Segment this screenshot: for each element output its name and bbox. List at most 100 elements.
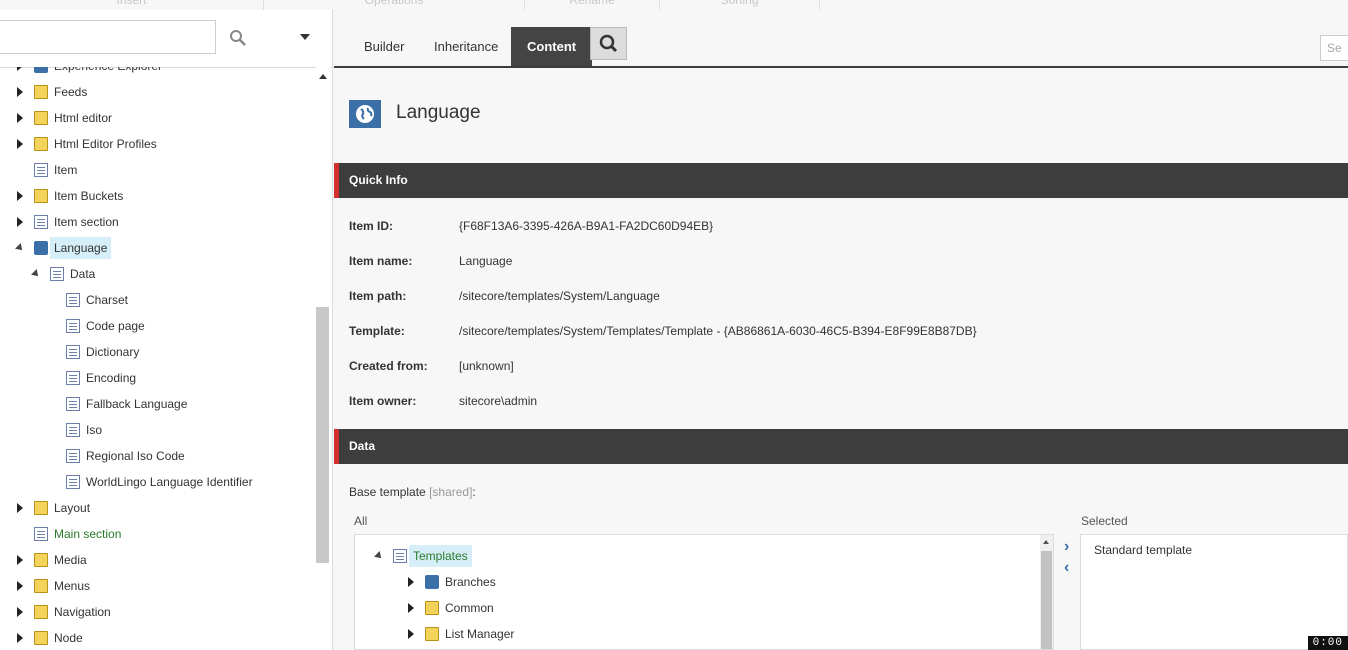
template-tree-node[interactable]: Templates (355, 545, 1035, 567)
ribbon-group-insert[interactable]: Insert (0, 0, 264, 10)
ribbon-group-rename[interactable]: Rename (525, 0, 660, 10)
scroll-thumb[interactable] (316, 307, 329, 563)
tree-node-label[interactable]: Item (50, 159, 81, 181)
editor-search-input[interactable]: Se (1320, 35, 1348, 61)
tree-node[interactable]: Navigation (0, 601, 316, 623)
tree-node[interactable]: Language (0, 237, 316, 259)
tree-node[interactable]: Html Editor Profiles (0, 133, 316, 155)
tree-node-label[interactable]: Regional Iso Code (82, 445, 189, 467)
ribbon-group-sorting[interactable]: Sorting (660, 0, 820, 10)
created-from-value: [unknown] (459, 359, 514, 373)
tab-content[interactable]: Content (511, 27, 593, 66)
tree-node[interactable]: Dictionary (0, 341, 316, 363)
expand-arrow-icon[interactable] (408, 577, 414, 587)
ribbon-group-operations[interactable]: Operations (264, 0, 525, 10)
expand-arrow-icon[interactable] (17, 67, 23, 71)
tree-node[interactable]: WorldLingo Language Identifier (0, 471, 316, 493)
tree-node-label[interactable]: Charset (82, 289, 132, 311)
tree-node-label[interactable]: Iso (82, 419, 106, 441)
tree-node-label[interactable]: Menus (50, 575, 94, 597)
tree-node-label[interactable]: Code page (82, 315, 149, 337)
scroll-up-icon[interactable] (1043, 540, 1049, 544)
collapse-arrow-icon[interactable] (15, 243, 25, 253)
tree-node[interactable]: Data (0, 263, 316, 285)
selected-item[interactable]: Standard template (1094, 543, 1192, 557)
collapse-arrow-icon[interactable] (374, 551, 384, 561)
expand-arrow-icon[interactable] (17, 113, 23, 123)
tree-node[interactable]: Html editor (0, 107, 316, 129)
tab-inheritance[interactable]: Inheritance (418, 27, 514, 66)
tree-node[interactable]: Experience Explorer (0, 67, 316, 77)
tree-node-label[interactable]: Html Editor Profiles (50, 133, 161, 155)
folder-icon (34, 111, 48, 125)
tree-node-label[interactable]: Feeds (50, 81, 91, 103)
expand-arrow-icon[interactable] (408, 603, 414, 613)
expand-arrow-icon[interactable] (17, 139, 23, 149)
tree-node-label[interactable]: Data (66, 263, 99, 285)
tree-node-label[interactable]: Html editor (50, 107, 116, 129)
expand-arrow-icon[interactable] (17, 633, 23, 643)
expand-arrow-icon[interactable] (17, 87, 23, 97)
document-icon (34, 163, 48, 177)
tree-node[interactable]: Feeds (0, 81, 316, 103)
collapse-arrow-icon[interactable] (31, 269, 41, 279)
tree-scrollbar[interactable] (316, 67, 330, 650)
tree-node-label[interactable]: Layout (50, 497, 94, 519)
search-icon[interactable] (229, 29, 247, 47)
tree-node-label[interactable]: Dictionary (82, 341, 143, 363)
remove-selected-button[interactable]: ‹ (1064, 560, 1074, 576)
tree-node-label[interactable]: WorldLingo Language Identifier (82, 471, 257, 493)
content-tree: Experience Explorer Feeds Html editor Html … (0, 67, 316, 650)
tree-node[interactable]: Charset (0, 289, 316, 311)
tree-node-label[interactable]: Fallback Language (82, 393, 191, 415)
tree-node-label[interactable]: Node (50, 627, 87, 649)
tree-node-label[interactable]: Item section (50, 211, 123, 233)
expand-arrow-icon[interactable] (408, 629, 414, 639)
tree-node[interactable]: Item (0, 159, 316, 181)
tree-search-input[interactable] (0, 20, 216, 54)
template-tree-label[interactable]: Branches (441, 571, 500, 593)
tree-node[interactable]: Code page (0, 315, 316, 337)
tree-node[interactable]: Item Buckets (0, 185, 316, 207)
tree-node[interactable]: Layout (0, 497, 316, 519)
template-tree-node[interactable]: List Manager (355, 623, 1035, 645)
tree-node[interactable]: Iso (0, 419, 316, 441)
tree-node[interactable]: Encoding (0, 367, 316, 389)
template-tree-node[interactable]: Branches (355, 571, 1035, 593)
tree-node-label[interactable]: Navigation (50, 601, 115, 623)
scroll-thumb[interactable] (1041, 551, 1052, 649)
template-label: Template: (349, 324, 405, 338)
tree-node[interactable]: Regional Iso Code (0, 445, 316, 467)
tab-builder[interactable]: Builder (348, 27, 420, 66)
expand-arrow-icon[interactable] (17, 503, 23, 513)
expand-arrow-icon[interactable] (17, 217, 23, 227)
all-column-label: All (354, 514, 368, 528)
expand-arrow-icon[interactable] (17, 555, 23, 565)
expand-arrow-icon[interactable] (17, 607, 23, 617)
expand-arrow-icon[interactable] (17, 191, 23, 201)
add-selected-button[interactable]: › (1064, 539, 1074, 555)
chevron-down-icon[interactable] (300, 34, 310, 40)
tab-search-button[interactable] (590, 27, 627, 60)
data-section-header[interactable]: Data (334, 429, 1348, 464)
quick-info-section-header[interactable]: Quick Info (334, 163, 1348, 198)
all-scrollbar[interactable] (1040, 535, 1053, 649)
tree-node[interactable]: Fallback Language (0, 393, 316, 415)
template-tree-label[interactable]: Templates (409, 545, 472, 567)
tree-node[interactable]: Menus (0, 575, 316, 597)
template-tree-label[interactable]: List Manager (441, 623, 518, 645)
tree-node-label[interactable]: Media (50, 549, 91, 571)
tree-node[interactable]: Media (0, 549, 316, 571)
expand-arrow-icon[interactable] (17, 581, 23, 591)
tree-node-label[interactable]: Main section (50, 523, 125, 545)
tree-node-label[interactable]: Language (50, 237, 112, 259)
template-tree-node[interactable]: Common (355, 597, 1035, 619)
tree-node-label[interactable]: Experience Explorer (50, 67, 166, 77)
scroll-up-icon[interactable] (319, 74, 327, 79)
tree-node-label[interactable]: Item Buckets (50, 185, 127, 207)
tree-node[interactable]: Node (0, 627, 316, 649)
tree-node-label[interactable]: Encoding (82, 367, 140, 389)
tree-node[interactable]: Main section (0, 523, 316, 545)
template-tree-label[interactable]: Common (441, 597, 498, 619)
tree-node[interactable]: Item section (0, 211, 316, 233)
